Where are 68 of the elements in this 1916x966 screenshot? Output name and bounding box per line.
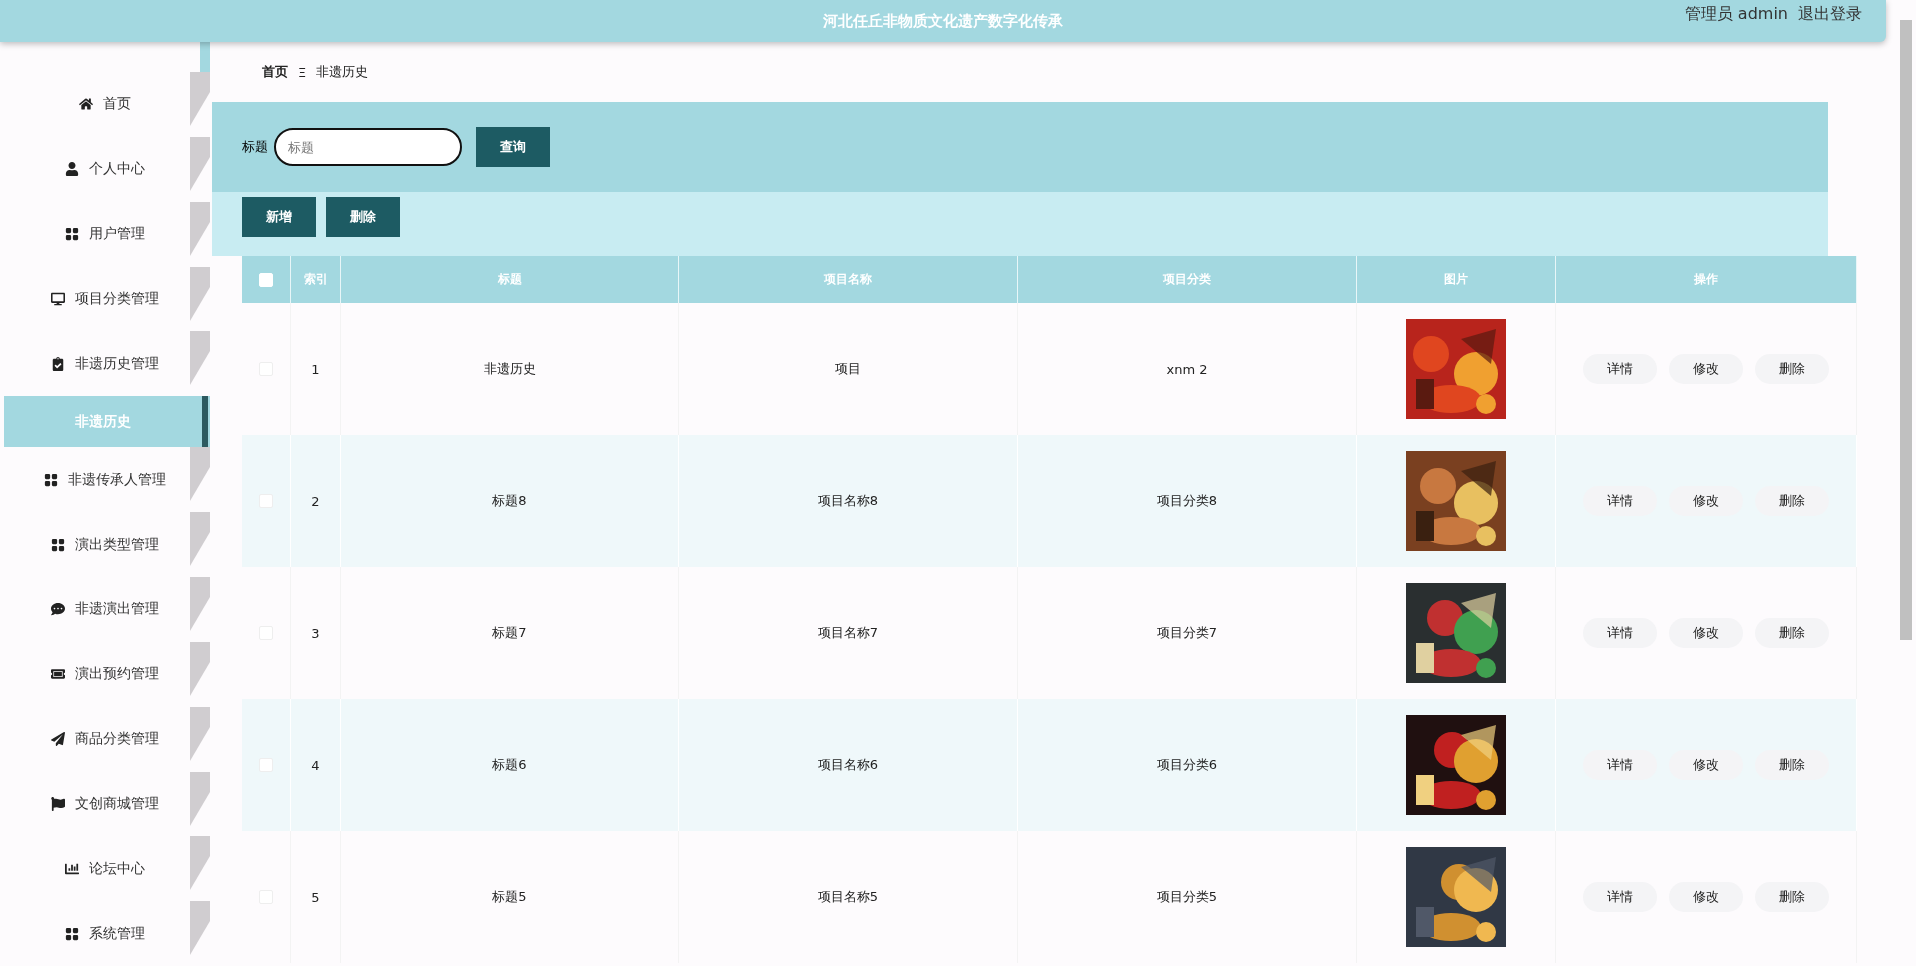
column-header: 项目分类	[1018, 256, 1357, 303]
breadcrumb-current: 非遗历史	[316, 63, 369, 81]
tab-corner-icon	[190, 201, 210, 256]
delete-button[interactable]: 删除	[326, 197, 400, 237]
column-header: 操作	[1556, 256, 1857, 303]
delete-button[interactable]: 删除	[1755, 354, 1829, 384]
grid-icon	[51, 537, 65, 552]
table-cell: 项目分类8	[1018, 435, 1357, 567]
monitor-icon	[51, 291, 65, 306]
edit-button[interactable]: 修改	[1669, 750, 1743, 780]
scrollbar[interactable]	[1900, 20, 1912, 640]
edit-button[interactable]: 修改	[1669, 354, 1743, 384]
flag-icon	[51, 796, 65, 811]
ticket-icon	[51, 667, 65, 682]
table-cell: 项目名称6	[679, 699, 1018, 831]
tab-corner-icon	[190, 771, 210, 826]
site-title: 河北任丘非物质文化遗产数字化传承	[823, 11, 1063, 31]
select-all-checkbox[interactable]	[259, 272, 273, 287]
tab-corner-icon	[190, 266, 210, 321]
table-cell: 4	[291, 699, 341, 831]
tab-corner-icon	[190, 641, 210, 696]
clipboard-icon	[51, 356, 65, 371]
breadcrumb-separator: Ξ	[298, 64, 307, 80]
edit-button[interactable]: 修改	[1669, 618, 1743, 648]
detail-button[interactable]: 详情	[1583, 486, 1657, 516]
tab-corner-icon	[190, 706, 210, 761]
table-cell: 2	[291, 435, 341, 567]
search-label: 标题	[242, 138, 268, 156]
table-cell: 标题6	[341, 699, 679, 831]
tab-corner-icon	[190, 72, 210, 126]
user-label: 管理员 admin	[1684, 4, 1788, 25]
delete-button[interactable]: 删除	[1755, 486, 1829, 516]
grid-icon	[65, 227, 79, 242]
detail-button[interactable]: 详情	[1583, 354, 1657, 384]
tab-corner-icon	[190, 447, 210, 502]
tab-corner-icon	[190, 136, 210, 191]
column-header: 项目名称	[679, 256, 1018, 303]
detail-button[interactable]: 详情	[1583, 750, 1657, 780]
title-search-field[interactable]: 标题	[274, 128, 462, 166]
detail-button[interactable]: 详情	[1583, 618, 1657, 648]
edit-button[interactable]: 修改	[1669, 882, 1743, 912]
column-header: 标题	[341, 256, 679, 303]
tab-corner-icon	[190, 331, 210, 386]
tab-corner-icon	[190, 901, 210, 956]
breadcrumb-link[interactable]: 首页	[262, 63, 288, 81]
tab-corner-icon	[190, 836, 210, 891]
column-header: 图片	[1357, 256, 1556, 303]
table-cell: 项目分类6	[1018, 699, 1357, 831]
grid-icon	[44, 472, 58, 487]
home-icon	[79, 97, 93, 112]
bar-chart-icon	[65, 861, 79, 876]
delete-button[interactable]: 删除	[1755, 618, 1829, 648]
search-button[interactable]: 查询	[476, 127, 550, 167]
edit-button[interactable]: 修改	[1669, 486, 1743, 516]
grid-icon	[65, 926, 79, 941]
table-cell: 项目名称8	[679, 435, 1018, 567]
add-button[interactable]: 新增	[242, 197, 316, 237]
column-header: 索引	[291, 256, 341, 303]
send-icon	[51, 732, 65, 747]
tab-corner-icon	[190, 577, 210, 631]
logout-link[interactable]: 退出登录	[1798, 4, 1862, 25]
detail-button[interactable]: 详情	[1583, 882, 1657, 912]
chat-icon	[51, 602, 65, 617]
tab-corner-icon	[190, 512, 210, 567]
delete-button[interactable]: 删除	[1755, 750, 1829, 780]
user-icon	[65, 162, 79, 177]
table-cell: 标题8	[341, 435, 679, 567]
delete-button[interactable]: 删除	[1755, 882, 1829, 912]
